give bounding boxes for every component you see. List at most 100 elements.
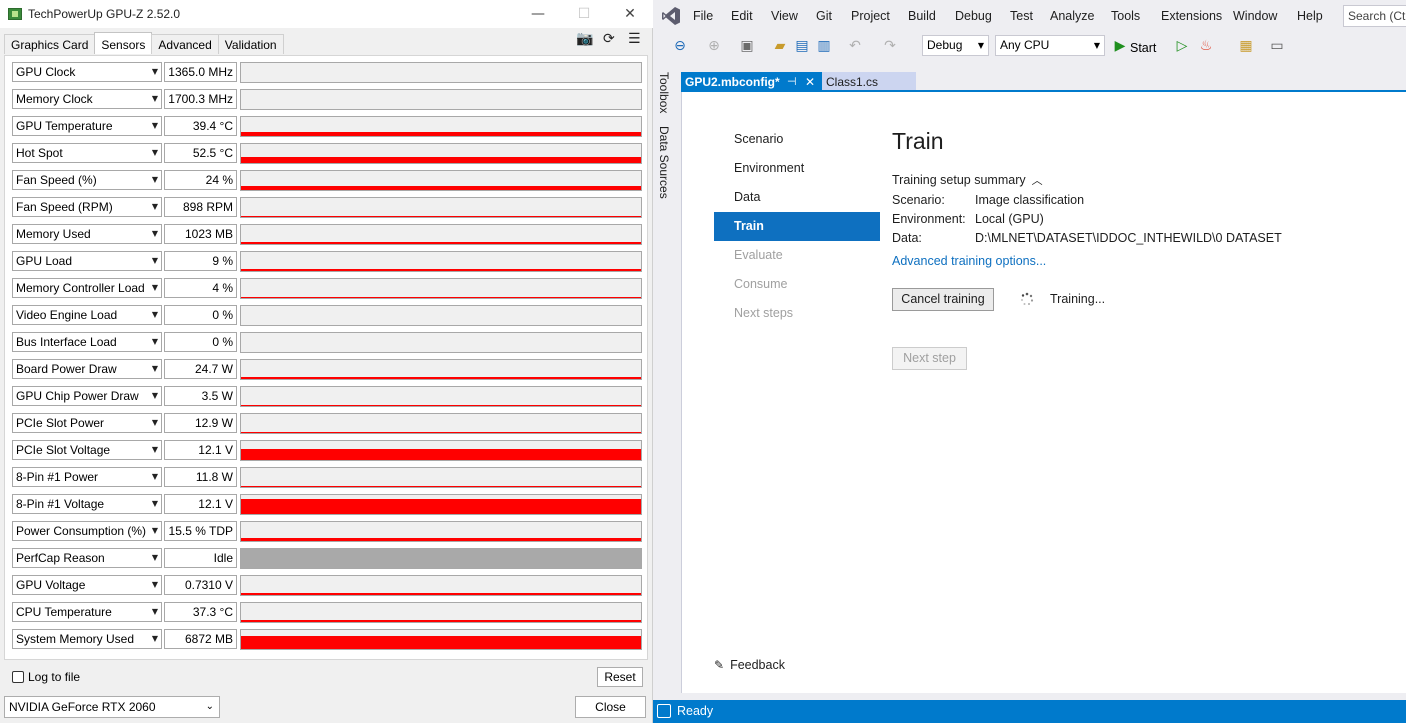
menu-edit[interactable]: Edit xyxy=(731,9,753,23)
chevron-up-icon: ︿ xyxy=(1031,174,1043,187)
doc-tab-class1-cs[interactable]: Class1.cs xyxy=(822,72,916,92)
cancel-training-button[interactable]: Cancel training xyxy=(892,288,994,311)
menu-extensions[interactable]: Extensions xyxy=(1161,9,1222,23)
menu-icon[interactable]: ☰ xyxy=(628,31,641,49)
close-icon[interactable]: ✕ xyxy=(805,72,815,92)
sensor-name-select[interactable]: CPU Temperature ▼ xyxy=(12,602,162,622)
new-project-icon[interactable]: ▣ xyxy=(737,37,757,55)
menu-debug[interactable]: Debug xyxy=(955,9,992,23)
sensor-name-select[interactable]: PCIe Slot Power ▼ xyxy=(12,413,162,433)
advanced-training-options-link[interactable]: Advanced training options... xyxy=(892,254,1046,268)
tab-sensors[interactable]: Sensors xyxy=(94,32,153,54)
sensor-name-select[interactable]: GPU Voltage ▼ xyxy=(12,575,162,595)
open-folder-icon[interactable]: ▰ xyxy=(771,37,789,55)
sensor-row: 8-Pin #1 Power ▼ 11.8 W xyxy=(5,464,649,491)
start-button-label[interactable]: Start xyxy=(1130,39,1156,57)
sensor-name-select[interactable]: PerfCap Reason ▼ xyxy=(12,548,162,568)
chevron-down-icon: ▼ xyxy=(151,175,158,184)
sensor-name-select[interactable]: GPU Temperature ▼ xyxy=(12,116,162,136)
chevron-down-icon: ▼ xyxy=(151,445,158,454)
sensor-name-select[interactable]: Video Engine Load ▼ xyxy=(12,305,162,325)
nav-scenario[interactable]: Scenario xyxy=(714,125,880,154)
menu-view[interactable]: View xyxy=(771,9,798,23)
menu-build[interactable]: Build xyxy=(908,9,936,23)
sensor-graph-fill xyxy=(241,449,641,460)
spinner-icon xyxy=(1020,292,1034,305)
log-to-file-checkbox[interactable]: Log to file xyxy=(12,670,80,684)
sensor-graph xyxy=(240,413,642,434)
sensor-name-select[interactable]: Fan Speed (%) ▼ xyxy=(12,170,162,190)
tab-graphics-card[interactable]: Graphics Card xyxy=(4,34,96,54)
sensor-name-select[interactable]: Memory Used ▼ xyxy=(12,224,162,244)
doc-tab-gpu2-mbconfig[interactable]: GPU2.mbconfig* ⊣ ✕ xyxy=(681,72,822,92)
sensor-graph xyxy=(240,89,642,110)
close-window-button[interactable]: ✕ xyxy=(607,0,653,28)
checkbox-box[interactable] xyxy=(12,671,24,683)
sensor-value: 37.3 °C xyxy=(164,602,237,622)
gpuz-window-title: TechPowerUp GPU-Z 2.52.0 xyxy=(28,7,181,21)
sensor-row: Board Power Draw ▼ 24.7 W xyxy=(5,356,649,383)
chevron-down-icon: ▼ xyxy=(151,580,158,589)
save-icon[interactable]: ▤ xyxy=(793,37,811,55)
sensor-name-select[interactable]: Power Consumption (%) ▼ xyxy=(12,521,162,541)
tab-validation[interactable]: Validation xyxy=(217,34,284,54)
sensor-name-select[interactable]: 8-Pin #1 Power ▼ xyxy=(12,467,162,487)
sensor-row: GPU Load ▼ 9 % xyxy=(5,248,649,275)
nav-consume: Consume xyxy=(734,277,788,291)
platform-select[interactable]: Any CPU ▼ xyxy=(995,35,1105,56)
menu-help[interactable]: Help xyxy=(1297,9,1323,23)
close-button[interactable]: Close xyxy=(575,696,646,718)
menu-analyze[interactable]: Analyze xyxy=(1050,9,1094,23)
sensor-graph-fill xyxy=(241,297,641,298)
sensor-name-select[interactable]: Bus Interface Load ▼ xyxy=(12,332,162,352)
tab-advanced[interactable]: Advanced xyxy=(151,34,219,54)
search-input[interactable]: Search (Ctrl xyxy=(1343,5,1406,27)
camera-icon[interactable]: 📷 xyxy=(576,31,593,49)
reset-button[interactable]: Reset xyxy=(597,667,643,687)
status-bar: Ready xyxy=(653,700,1406,723)
sensor-name-select[interactable]: Memory Controller Load ▼ xyxy=(12,278,162,298)
chevron-down-icon: ▼ xyxy=(151,364,158,373)
sensor-name-select[interactable]: Hot Spot ▼ xyxy=(12,143,162,163)
back-icon[interactable]: ⊖ xyxy=(671,37,689,55)
sensor-graph xyxy=(240,440,642,461)
menu-project[interactable]: Project xyxy=(851,9,890,23)
toolbox-tab[interactable]: Toolbox xyxy=(657,72,671,113)
window-layout-icon[interactable]: ▭ xyxy=(1268,37,1286,55)
start-icon[interactable]: ▶ xyxy=(1113,37,1127,55)
sensor-name-select[interactable]: GPU Chip Power Draw ▼ xyxy=(12,386,162,406)
menu-test[interactable]: Test xyxy=(1010,9,1033,23)
sensor-name-select[interactable]: Fan Speed (RPM) ▼ xyxy=(12,197,162,217)
sensor-name-select[interactable]: GPU Clock ▼ xyxy=(12,62,162,82)
sensor-name-select[interactable]: 8-Pin #1 Voltage ▼ xyxy=(12,494,162,514)
summary-toggle[interactable]: Training setup summary ︿ xyxy=(892,172,1043,188)
menu-window[interactable]: Window xyxy=(1233,9,1277,23)
minimize-button[interactable]: — xyxy=(515,0,561,28)
data-sources-tab[interactable]: Data Sources xyxy=(657,126,671,199)
save-all-icon[interactable]: ▥ xyxy=(815,37,833,55)
chevron-down-icon: ▼ xyxy=(151,418,158,427)
sensor-name-select[interactable]: System Memory Used ▼ xyxy=(12,629,162,649)
nav-data[interactable]: Data xyxy=(714,183,880,212)
menu-git[interactable]: Git xyxy=(816,9,832,23)
start-without-debug-icon[interactable]: ▷ xyxy=(1175,37,1189,55)
solution-explorer-icon[interactable]: ▦ xyxy=(1237,37,1255,55)
sensor-name: Video Engine Load xyxy=(16,308,118,322)
menu-file[interactable]: File xyxy=(693,9,713,23)
sensor-name-select[interactable]: GPU Load ▼ xyxy=(12,251,162,271)
nav-train[interactable]: Train xyxy=(714,212,880,241)
sensor-name-select[interactable]: Board Power Draw ▼ xyxy=(12,359,162,379)
pin-icon[interactable]: ⊣ xyxy=(787,72,797,92)
sensor-name-select[interactable]: PCIe Slot Voltage ▼ xyxy=(12,440,162,460)
config-select[interactable]: Debug ▼ xyxy=(922,35,989,56)
gpu-select[interactable]: NVIDIA GeForce RTX 2060 ⌄ xyxy=(4,696,220,718)
menu-tools[interactable]: Tools xyxy=(1111,9,1140,23)
gpuz-titlebar[interactable]: TechPowerUp GPU-Z 2.52.0 — ☐ ✕ xyxy=(0,0,653,28)
nav-environment[interactable]: Environment xyxy=(714,154,880,183)
refresh-icon[interactable]: ⟳ xyxy=(603,31,615,49)
platform-select-value: Any CPU xyxy=(1000,38,1050,52)
sensor-name-select[interactable]: Memory Clock ▼ xyxy=(12,89,162,109)
sensor-name: Memory Used xyxy=(16,227,91,241)
hot-reload-icon[interactable]: ♨ xyxy=(1197,37,1215,55)
feedback-link[interactable]: ✎ Feedback xyxy=(714,658,785,672)
